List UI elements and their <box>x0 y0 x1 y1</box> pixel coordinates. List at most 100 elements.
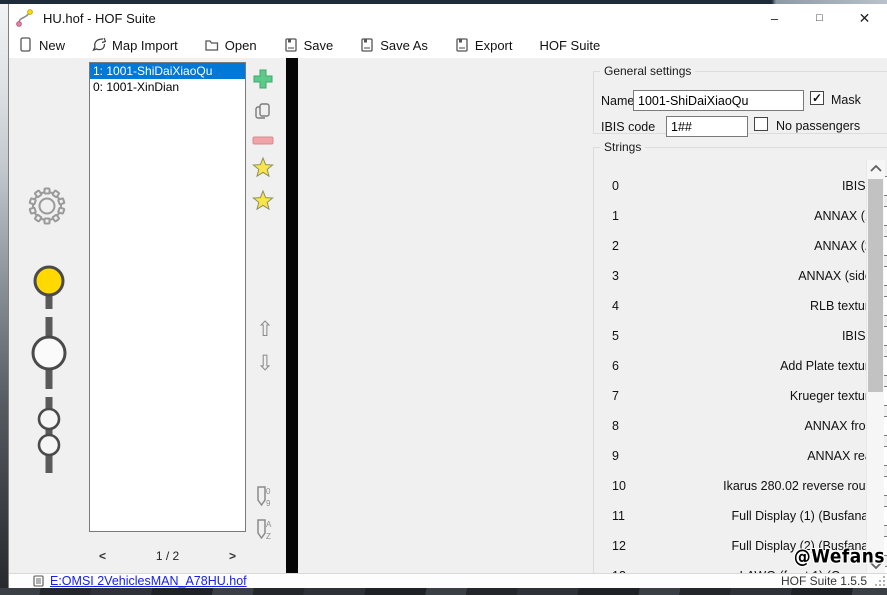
status-bar: E:OMSI 2VehiclesMAN_A78HU.hof HOF Suite … <box>9 573 887 588</box>
title-bar[interactable]: HU.hof - HOF Suite – □ ✕ <box>9 4 887 32</box>
name-input[interactable] <box>633 90 804 111</box>
left-panel: 1: 1001-ShiDaiXiaoQu0: 1001-XinDian < 1 … <box>9 58 286 573</box>
string-index: 2 <box>612 239 619 253</box>
sort-numeric-button[interactable]: 0 9 <box>250 484 276 510</box>
down-arrow-icon: ⇩ <box>256 353 274 374</box>
list-item[interactable]: 1: 1001-ShiDaiXiaoQu <box>90 63 245 79</box>
new-document-icon <box>19 37 33 53</box>
toolbar-button-label: HOF Suite <box>540 38 601 53</box>
string-row-10: 10Ikarus 280.02 reverse route <box>594 476 887 498</box>
no-passengers-label: No passengers <box>776 119 860 133</box>
scrollbar-thumb[interactable] <box>868 179 883 392</box>
string-index: 1 <box>612 209 619 223</box>
desktop-wallpaper-sliver <box>0 0 8 595</box>
toolbar-button-label: New <box>39 38 65 53</box>
toolbar-button-new[interactable]: New <box>19 37 65 53</box>
string-row-8: 8ANNAX front <box>594 416 887 438</box>
chevron-up-icon <box>870 165 882 173</box>
string-index: 0 <box>612 179 619 193</box>
toolbar-button-label: Export <box>475 38 513 53</box>
hof-suite-window: HU.hof - HOF Suite – □ ✕ New Map Import Op… <box>8 4 887 588</box>
toolbar-button-save[interactable]: Save <box>284 37 334 53</box>
string-index: 3 <box>612 269 619 283</box>
page-next-button[interactable]: > <box>229 549 236 563</box>
string-label: IBIS 1 <box>654 179 876 193</box>
scrollbar-up-button[interactable] <box>867 160 885 177</box>
string-index: 7 <box>612 389 619 403</box>
string-label: RLB texture <box>654 299 876 313</box>
favorite-button-2[interactable] <box>250 188 276 214</box>
no-passengers-checkbox[interactable]: ✓ <box>754 117 768 131</box>
nav-node-small <box>39 409 59 429</box>
plus-icon <box>252 68 274 90</box>
string-row-2: 2 ANNAX (2) <box>594 236 887 258</box>
string-row-3: 3 ANNAX (side) <box>594 266 887 288</box>
settings-panel: General settings Name ✓ Mask IBIS code ✓… <box>298 58 887 573</box>
string-label: Krueger texture <box>654 389 876 403</box>
open-folder-icon <box>205 37 219 53</box>
toolbar: New Map Import Open Save Save As Export HOF Su… <box>9 32 887 58</box>
toolbar-button-save-as[interactable]: Save As <box>360 37 428 53</box>
star-icon <box>251 189 275 213</box>
string-row-11: 11 Full Display (1) (Busfanat) <box>594 506 887 528</box>
remove-entry-button[interactable] <box>250 128 276 154</box>
sort-alpha-icon: A Z <box>252 518 274 542</box>
string-label: ANNAX (2) <box>654 239 876 253</box>
page-indicator: 1 / 2 <box>156 549 179 563</box>
map-import-icon <box>92 37 106 53</box>
general-settings-group: General settings Name ✓ Mask IBIS code ✓… <box>593 64 887 134</box>
document-icon <box>33 575 44 587</box>
string-row-1: 1ANNAX (1) <box>594 206 887 228</box>
string-index: 5 <box>612 329 619 343</box>
save-icon <box>284 37 298 53</box>
string-row-9: 9ANNAX rear <box>594 446 887 468</box>
resize-grip[interactable] <box>873 574 886 587</box>
nav-node-active <box>35 267 63 295</box>
move-up-button[interactable]: ⇧ <box>252 316 278 342</box>
toolbar-button-label: Open <box>225 38 257 53</box>
strings-legend: Strings <box>600 140 645 154</box>
save-as-icon <box>360 37 374 53</box>
hof-file-link[interactable]: E:OMSI 2VehiclesMAN_A78HU.hof <box>50 574 247 588</box>
favorite-button-1[interactable] <box>250 155 276 181</box>
toolbar-button-open[interactable]: Open <box>205 37 257 53</box>
up-arrow-icon: ⇧ <box>256 319 274 340</box>
app-curve-icon <box>15 8 35 28</box>
toolbar-button-export[interactable]: Export <box>455 37 513 53</box>
minimize-button[interactable]: – <box>752 4 797 32</box>
general-settings-legend: General settings <box>600 64 695 78</box>
duplicate-entry-button[interactable] <box>250 98 276 124</box>
list-item[interactable]: 0: 1001-XinDian <box>90 79 245 95</box>
ibis-code-input[interactable] <box>666 116 748 137</box>
svg-text:A: A <box>266 520 272 529</box>
minus-icon <box>252 136 274 146</box>
add-entry-button[interactable] <box>250 66 276 92</box>
toolbar-button-label: Save <box>304 38 334 53</box>
mask-label: Mask <box>831 93 861 107</box>
maximize-button[interactable]: □ <box>797 4 842 32</box>
sort-alpha-button[interactable]: A Z <box>250 517 276 543</box>
string-row-7: 7 Krueger texture <box>594 386 887 408</box>
nav-node-small <box>39 435 59 455</box>
watermark: @Wefans <box>794 546 885 568</box>
string-index: 9 <box>612 449 619 463</box>
mask-checkbox[interactable]: ✓ <box>810 91 824 105</box>
page-prev-button[interactable]: < <box>99 549 106 563</box>
page-navigation-track[interactable] <box>21 263 85 483</box>
strings-scrollbar[interactable] <box>866 160 884 573</box>
copy-icon <box>253 101 273 121</box>
string-label: ANNAX (side) <box>654 269 876 283</box>
string-index: 11 <box>612 509 625 523</box>
string-label: Full Display (1) (Busfanat) <box>654 509 876 523</box>
star-icon <box>251 156 275 180</box>
toolbar-button-label: Save As <box>380 38 428 53</box>
strings-group: Strings 0 IBIS 1 1ANNAX (1) 2 ANNAX (2) 3 ANNA… <box>593 140 887 573</box>
toolbar-button-map-import[interactable]: Map Import <box>92 37 178 53</box>
toolbar-button-hof-suite[interactable]: HOF Suite <box>540 38 601 53</box>
hof-entry-list[interactable]: 1: 1001-ShiDaiXiaoQu0: 1001-XinDian <box>89 62 246 532</box>
close-button[interactable]: ✕ <box>842 4 887 32</box>
name-label: Name <box>601 94 634 108</box>
settings-gear-icon[interactable] <box>23 182 71 230</box>
panel-splitter[interactable] <box>286 58 298 573</box>
move-down-button[interactable]: ⇩ <box>252 350 278 376</box>
